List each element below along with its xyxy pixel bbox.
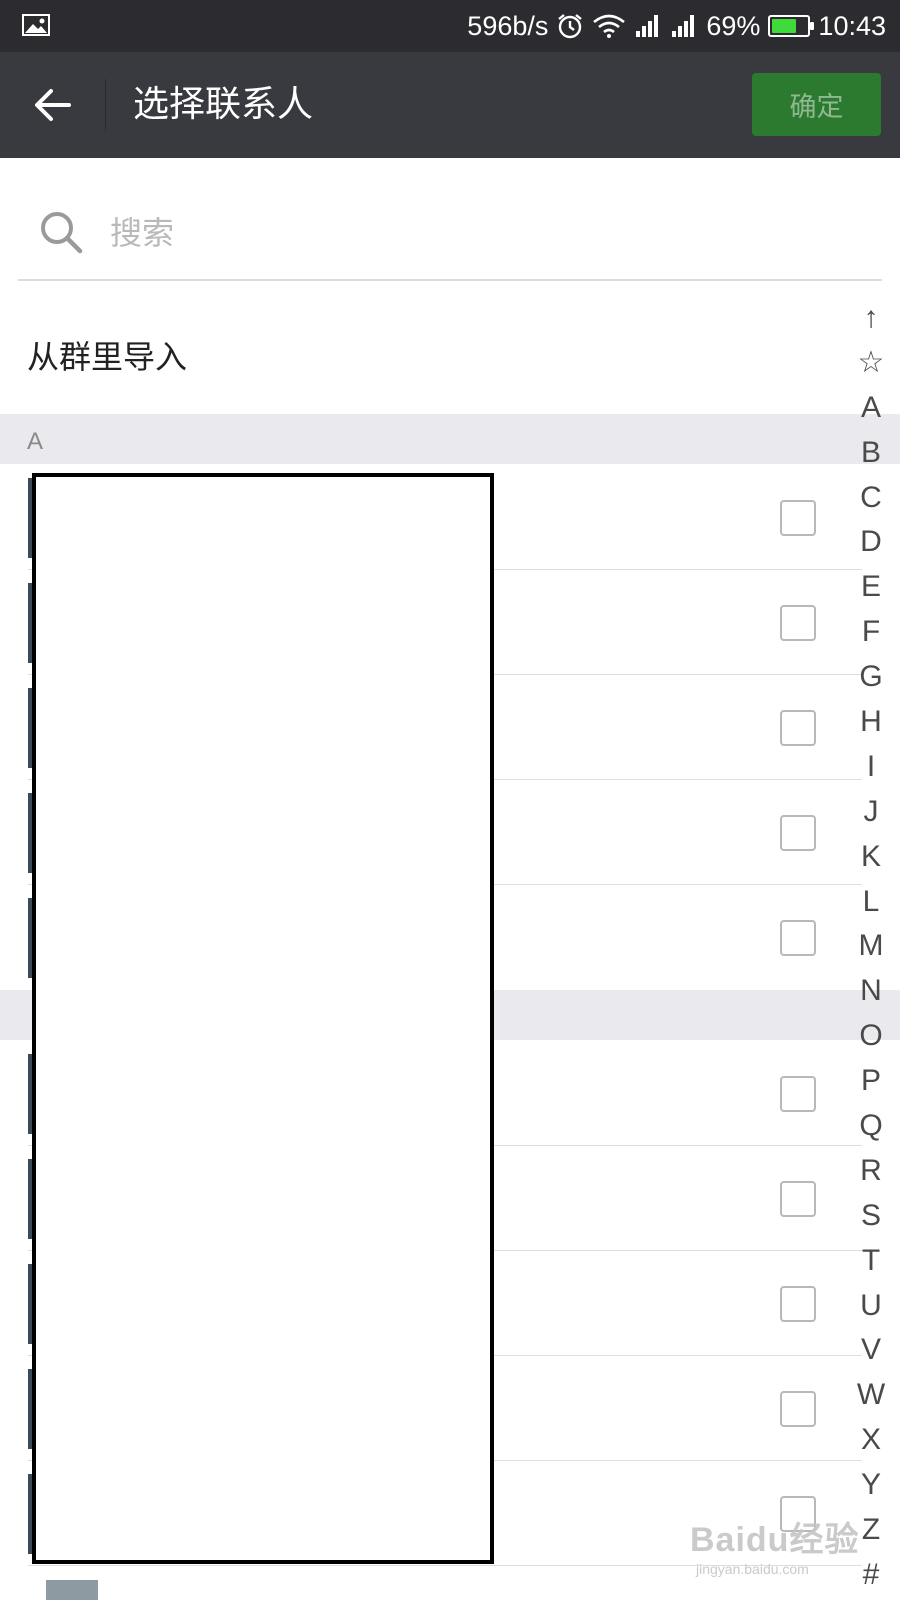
index-letter[interactable]: M [842, 924, 900, 969]
index-letter[interactable]: S [842, 1194, 900, 1239]
select-checkbox[interactable] [780, 710, 816, 746]
index-letter[interactable]: O [842, 1014, 900, 1059]
index-letter[interactable]: H [842, 700, 900, 745]
search-bar [18, 185, 882, 281]
index-letter[interactable]: X [842, 1418, 900, 1463]
select-checkbox[interactable] [780, 1391, 816, 1427]
index-letter[interactable]: I [842, 745, 900, 790]
redaction-box [32, 473, 494, 1564]
select-checkbox[interactable] [780, 815, 816, 851]
index-letter[interactable]: R [842, 1149, 900, 1194]
status-bar: 596b/s 69% 10:43 [0, 0, 900, 52]
toolbar-divider [105, 79, 106, 131]
select-checkbox[interactable] [780, 500, 816, 536]
wifi-icon [593, 14, 626, 38]
import-from-group-label: 从群里导入 [27, 338, 188, 376]
index-letter[interactable]: Q [842, 1104, 900, 1149]
battery-percent: 69% [706, 10, 761, 41]
select-checkbox[interactable] [780, 1286, 816, 1322]
search-icon [41, 212, 83, 254]
net-speed: 596b/s [467, 10, 549, 41]
import-from-group[interactable]: 从群里导入 [0, 300, 840, 414]
index-letter[interactable]: C [842, 476, 900, 521]
index-letter[interactable]: N [842, 969, 900, 1014]
watermark-url: jingyan.baidu.com [696, 1561, 809, 1577]
avatar [46, 1580, 98, 1600]
select-checkbox[interactable] [780, 920, 816, 956]
index-letter[interactable]: K [842, 835, 900, 880]
index-letter[interactable]: P [842, 1059, 900, 1104]
index-letter[interactable]: E [842, 565, 900, 610]
page-title: 选择联系人 [133, 84, 314, 125]
select-checkbox[interactable] [780, 1076, 816, 1112]
alarm-icon [558, 14, 583, 39]
watermark-logo: Baidu经验 [690, 1521, 860, 1559]
select-checkbox[interactable] [780, 1181, 816, 1217]
index-letter[interactable]: ☆ [842, 341, 900, 386]
back-button[interactable] [26, 78, 80, 132]
confirm-button[interactable]: 确定 [752, 73, 881, 136]
index-letter[interactable]: Y [842, 1463, 900, 1508]
signal-icon [636, 15, 659, 37]
gallery-icon [22, 14, 50, 36]
index-letter[interactable]: D [842, 520, 900, 565]
section-header: A [0, 414, 900, 464]
index-letter[interactable]: G [842, 655, 900, 700]
search-input[interactable] [110, 207, 710, 259]
index-letter[interactable]: F [842, 610, 900, 655]
index-letter[interactable]: L [842, 880, 900, 925]
index-letter[interactable]: J [842, 790, 900, 835]
index-letter[interactable]: T [842, 1239, 900, 1284]
battery-fill [772, 19, 796, 33]
status-indicators: 596b/s 69% 10:43 [467, 0, 886, 52]
toolbar: 选择联系人 确定 [0, 52, 900, 158]
arrow-left-icon [35, 89, 71, 121]
index-letter[interactable]: W [842, 1373, 900, 1418]
battery-icon [768, 15, 815, 37]
index-letter[interactable]: ↑ [842, 296, 900, 341]
section-header-label: A [27, 428, 44, 455]
signal-icon [672, 15, 695, 37]
clock: 10:43 [818, 10, 886, 41]
index-letter[interactable]: B [842, 431, 900, 476]
index-letter[interactable]: V [842, 1328, 900, 1373]
watermark: Baidu经验 jingyan.baidu.com [690, 1512, 859, 1577]
index-letter[interactable]: A [842, 386, 900, 431]
index-letter[interactable]: U [842, 1284, 900, 1329]
alphabet-index[interactable]: ↑ ☆ A B C D E F G H I J K L M N O P Q R S T U V W X Y Z # [842, 296, 900, 1600]
select-checkbox[interactable] [780, 605, 816, 641]
